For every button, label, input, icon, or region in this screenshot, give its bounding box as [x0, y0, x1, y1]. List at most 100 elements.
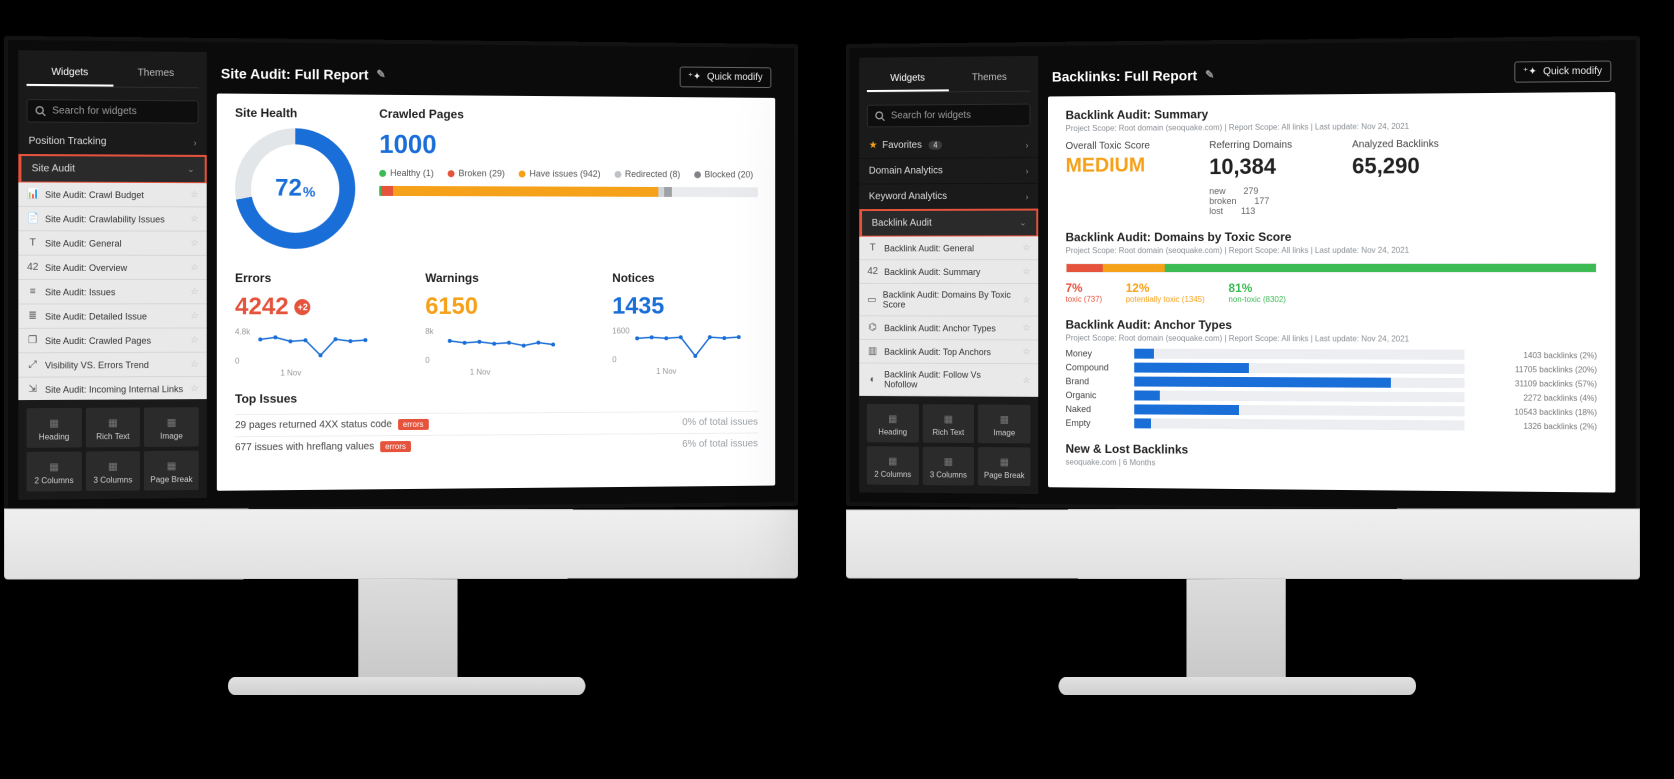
issue-row[interactable]: 677 issues with hreflang valueserrors6% … [235, 433, 758, 459]
search-icon [35, 105, 46, 116]
sidebar-item[interactable]: ◐Backlink Audit: Follow Vs Nofollow☆ [859, 364, 1038, 397]
notices-value: 1435 [612, 293, 758, 321]
crawled-stackbar [379, 186, 758, 197]
edit-icon[interactable]: ✎ [1205, 68, 1214, 81]
sidebar-item[interactable]: ≣Site Audit: Detailed Issue☆ [18, 304, 206, 329]
anchor-row: Brand31109 backlinks (57%) [1066, 376, 1597, 389]
sidebar-item[interactable]: ▭Backlink Audit: Domains By Toxic Score☆ [859, 284, 1038, 317]
star-icon[interactable]: ☆ [1023, 294, 1031, 305]
sidebar-category[interactable]: Keyword Analytics› [859, 184, 1038, 210]
item-label: Backlink Audit: General [884, 243, 974, 253]
toolbox-2-columns[interactable]: ▦2 Columns [27, 451, 82, 491]
legend-item: Blocked (20) [694, 169, 753, 179]
anchor-name: Compound [1066, 362, 1125, 372]
star-icon[interactable]: ☆ [1023, 242, 1031, 253]
sidebar-item[interactable]: 📊Site Audit: Crawl Budget☆ [18, 182, 206, 207]
errors-spark: 4.8k0 1 Nov [235, 327, 385, 378]
star-icon[interactable]: ☆ [190, 262, 198, 273]
sidebar-item[interactable]: TSite Audit: General☆ [18, 231, 206, 256]
star-icon[interactable]: ☆ [190, 213, 198, 224]
sidebar-category[interactable]: Site Audit⌄ [18, 154, 206, 184]
sidebar-category[interactable]: ★Favorites 4› [859, 132, 1038, 159]
star-icon[interactable]: ☆ [1023, 266, 1031, 277]
sidebar-category[interactable]: Domain Analytics› [859, 158, 1038, 184]
item-icon: T [27, 237, 39, 248]
mini-stat: new279 [1209, 186, 1292, 196]
toolbox-icon: ▦ [924, 456, 972, 466]
item-icon: ◐ [867, 374, 879, 385]
top-issues-title: Top Issues [235, 389, 758, 406]
toolbox-rich-text[interactable]: ▦Rich Text [922, 404, 974, 443]
item-icon: ⇲ [27, 384, 39, 395]
toolbox-image[interactable]: ▦Image [978, 405, 1030, 444]
toolbox-2-columns[interactable]: ▦2 Columns [867, 446, 919, 485]
anchor-meta: 10543 backlinks (18%) [1475, 407, 1597, 417]
star-icon[interactable]: ☆ [190, 359, 198, 370]
star-icon[interactable]: ☆ [190, 335, 198, 346]
star-icon[interactable]: ☆ [190, 286, 198, 297]
toolbox-rich-text[interactable]: ▦Rich Text [86, 408, 141, 448]
star-icon[interactable]: ☆ [1023, 375, 1031, 386]
edit-icon[interactable]: ✎ [376, 68, 385, 81]
sidebar-item[interactable]: ▥Backlink Audit: Top Anchors☆ [859, 340, 1038, 364]
sidebar-item[interactable]: 42Backlink Audit: Summary☆ [859, 260, 1038, 284]
sidebar-item[interactable]: ⌬Backlink Audit: Anchor Types☆ [859, 316, 1038, 340]
star-icon[interactable]: ☆ [190, 383, 198, 394]
toolbox-icon: ▦ [88, 461, 139, 472]
item-icon: ⌬ [867, 322, 879, 333]
errors-delta: +2 [295, 299, 311, 315]
chevron-right-icon: › [1026, 166, 1029, 176]
errors-title: Errors [235, 271, 385, 285]
toolbox-3-columns[interactable]: ▦3 Columns [86, 451, 141, 491]
anchor-row: Organic2272 backlinks (4%) [1066, 390, 1597, 403]
item-label: Site Audit: Crawled Pages [45, 335, 151, 345]
tab-themes[interactable]: Themes [113, 61, 199, 87]
star-icon[interactable]: ☆ [190, 189, 198, 200]
notices-metric: Notices 1435 16000 1 Nov [612, 271, 758, 376]
star-icon[interactable]: ☆ [190, 310, 198, 321]
sidebar-item[interactable]: ⤢Visibility VS. Errors Trend☆ [18, 353, 206, 378]
anchor-name: Money [1066, 348, 1125, 358]
sidebar-item[interactable]: TBacklink Audit: General☆ [859, 236, 1038, 260]
search-input[interactable]: Search for widgets [27, 99, 199, 124]
sidebar-category[interactable]: Position Tracking› [18, 129, 206, 156]
sidebar-item[interactable]: ≡Site Audit: Issues☆ [18, 280, 206, 304]
toolbox-heading[interactable]: ▦Heading [27, 408, 82, 448]
toolbox-heading[interactable]: ▦Heading [867, 404, 919, 443]
crawled-legend: Healthy (1)Broken (29)Have issues (942)R… [379, 168, 758, 180]
toolbox-3-columns[interactable]: ▦3 Columns [922, 447, 974, 486]
domains-by-toxic-section: Backlink Audit: Domains by Toxic Score P… [1066, 229, 1597, 304]
error-badge: errors [380, 441, 411, 452]
tab-themes[interactable]: Themes [948, 66, 1030, 91]
crawled-title: Crawled Pages [379, 107, 758, 124]
sidebar-category[interactable]: Backlink Audit⌄ [859, 209, 1038, 238]
sidebar-item[interactable]: 42Site Audit: Overview☆ [18, 256, 206, 280]
newlost-sub: seoquake.com | 6 Months [1066, 458, 1597, 471]
count-badge: 4 [928, 141, 942, 150]
tab-widgets[interactable]: Widgets [867, 67, 948, 92]
toolbox-image[interactable]: ▦Image [144, 407, 198, 447]
star-icon[interactable]: ☆ [1023, 323, 1031, 334]
toxic-percents: 7%toxic (737)12%potentially toxic (1345)… [1066, 281, 1597, 305]
sidebar-item[interactable]: ❐Site Audit: Crawled Pages☆ [18, 328, 206, 353]
item-label: Site Audit: Crawl Budget [45, 189, 144, 199]
content-area: Backlinks: Full Report✎ ⁺✦Quick modify B… [1038, 50, 1625, 500]
quick-modify-button[interactable]: ⁺✦Quick modify [1514, 61, 1611, 83]
anchor-name: Naked [1066, 404, 1125, 414]
item-label: Site Audit: Detailed Issue [45, 311, 147, 321]
item-icon: 42 [867, 266, 879, 277]
search-input[interactable]: Search for widgets [867, 104, 1031, 128]
notices-spark: 16000 1 Nov [612, 326, 758, 376]
sidebar-item[interactable]: 📄Site Audit: Crawlability Issues☆ [18, 207, 206, 232]
quick-modify-button[interactable]: ⁺✦Quick modify [679, 67, 771, 89]
toolbox-icon: ▦ [29, 462, 80, 473]
star-icon[interactable]: ☆ [190, 238, 198, 249]
tab-widgets[interactable]: Widgets [27, 60, 113, 86]
toolbox-page-break[interactable]: ▦Page Break [144, 451, 198, 491]
site-health-card: Site Health 72% [235, 106, 355, 249]
toolbox-page-break[interactable]: ▦Page Break [978, 447, 1030, 486]
star-icon[interactable]: ☆ [1023, 346, 1031, 357]
toolbox-icon: ▦ [980, 457, 1028, 467]
sidebar-item[interactable]: ⇲Site Audit: Incoming Internal Links☆ [18, 377, 206, 400]
mini-stat: broken177 [1209, 196, 1292, 206]
